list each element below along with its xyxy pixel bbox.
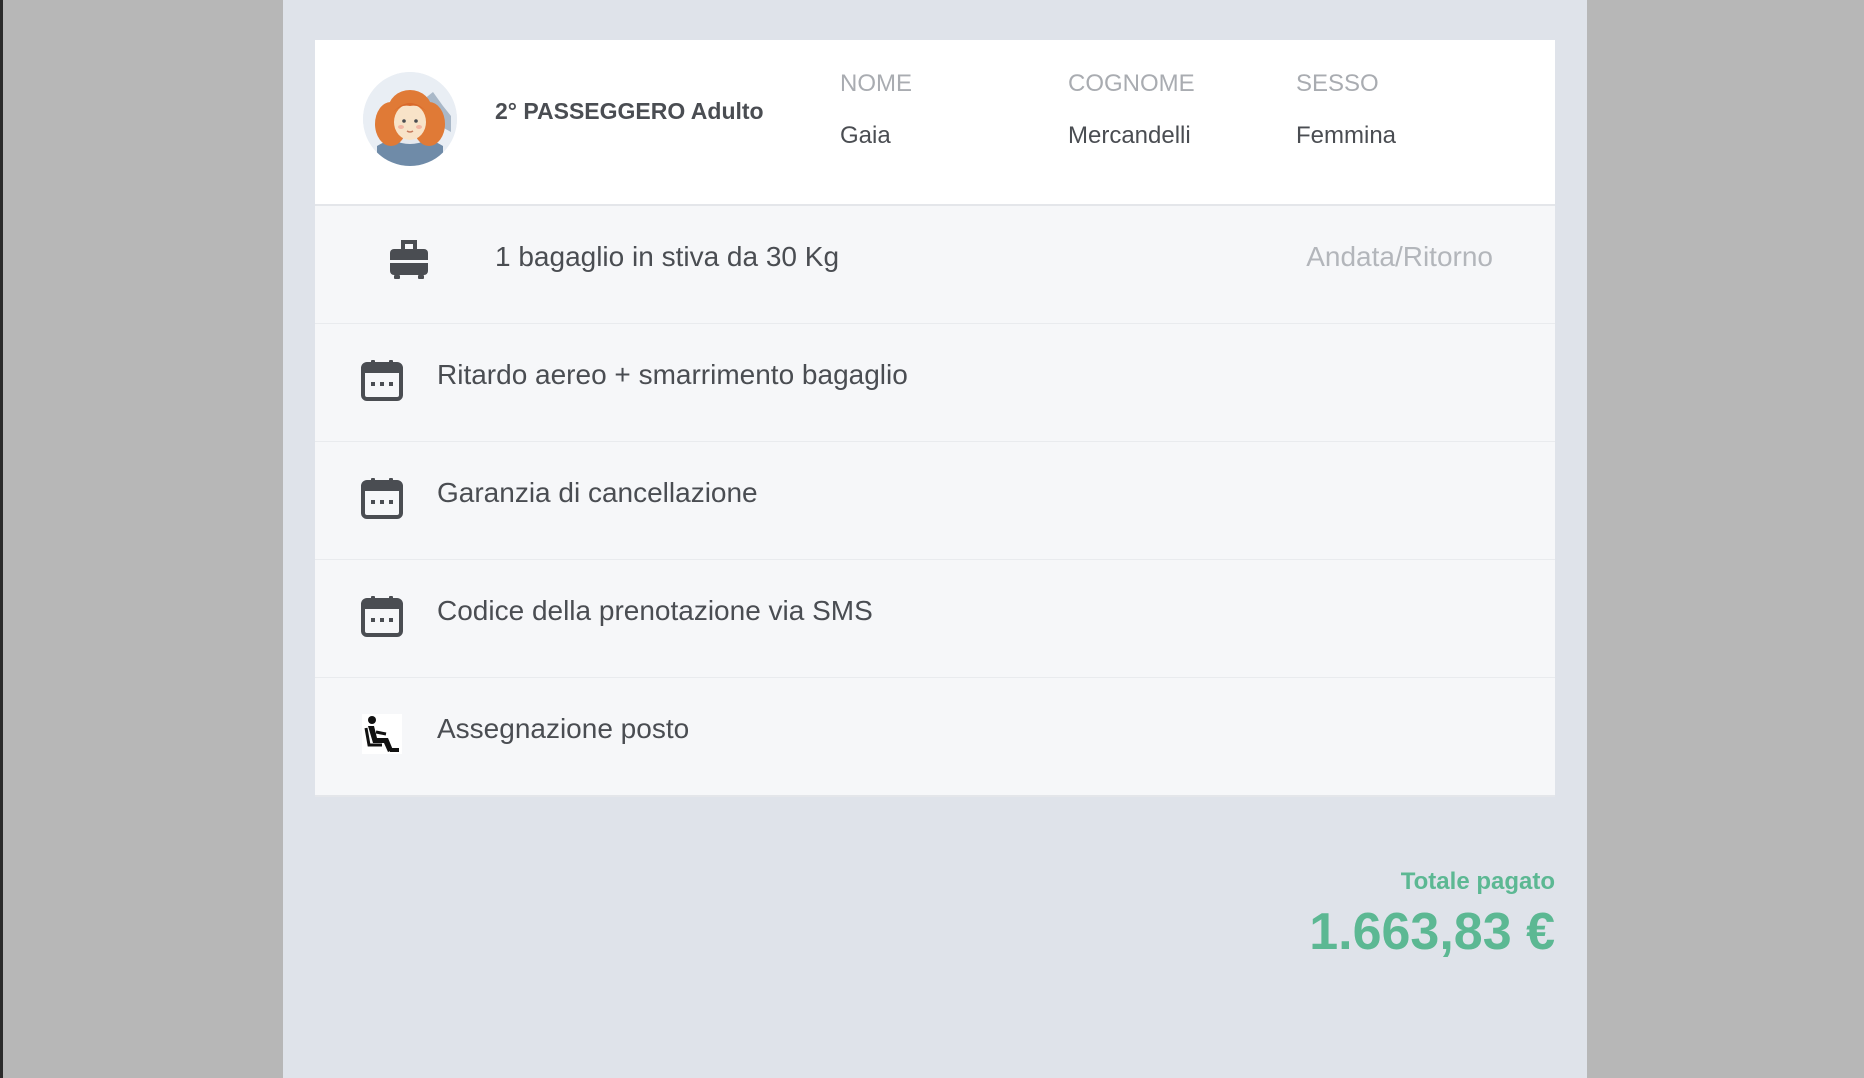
- field-value: Mercandelli: [1068, 122, 1191, 149]
- field-value: Femmina: [1296, 122, 1397, 149]
- service-row-delay-insurance: Ritardo aereo + smarrimento bagaglio: [315, 324, 1555, 442]
- field-value: Gaia: [840, 122, 891, 149]
- seat-icon: [360, 712, 404, 756]
- field-sesso: SESSO Femmina: [1296, 70, 1396, 150]
- field-label: SESSO: [1296, 70, 1379, 97]
- calendar-icon: [360, 476, 404, 520]
- luggage-icon: [387, 236, 431, 280]
- service-label: Codice della prenotazione via SMS: [437, 595, 873, 626]
- calendar-icon: [360, 594, 404, 638]
- service-detail: Andata/Ritorno: [1306, 241, 1493, 272]
- total-paid: Totale pagato 1.663,83 €: [1309, 868, 1555, 962]
- field-nome: NOME Gaia: [840, 70, 912, 150]
- window-edge: [0, 0, 3, 1078]
- passenger-avatar: [363, 72, 457, 166]
- service-row-seat: Assegnazione posto: [315, 678, 1555, 797]
- total-amount: 1.663,83 €: [1309, 903, 1555, 961]
- service-row-cancellation: Garanzia di cancellazione: [315, 442, 1555, 560]
- booking-summary-page: 2° PASSEGGERO Adulto NOME Gaia COGNOME M…: [283, 0, 1587, 1078]
- service-label: Garanzia di cancellazione: [437, 477, 758, 508]
- service-row-baggage: 1 bagaglio in stiva da 30 Kg Andata/Rito…: [315, 206, 1555, 324]
- field-label: NOME: [840, 70, 912, 97]
- service-row-sms-code: Codice della prenotazione via SMS: [315, 560, 1555, 678]
- field-cognome: COGNOME Mercandelli: [1068, 70, 1195, 150]
- total-label: Totale pagato: [1400, 868, 1555, 895]
- passenger-header: 2° PASSEGGERO Adulto NOME Gaia COGNOME M…: [315, 40, 1555, 206]
- passenger-title: 2° PASSEGGERO Adulto: [495, 98, 764, 124]
- service-label: 1 bagaglio in stiva da 30 Kg: [495, 241, 840, 272]
- calendar-icon: [360, 358, 404, 402]
- field-label: COGNOME: [1068, 70, 1195, 97]
- service-label: Ritardo aereo + smarrimento bagaglio: [437, 359, 908, 390]
- female-avatar-icon: [363, 72, 457, 166]
- passenger-card: 2° PASSEGGERO Adulto NOME Gaia COGNOME M…: [315, 40, 1555, 797]
- service-label: Assegnazione posto: [437, 713, 690, 744]
